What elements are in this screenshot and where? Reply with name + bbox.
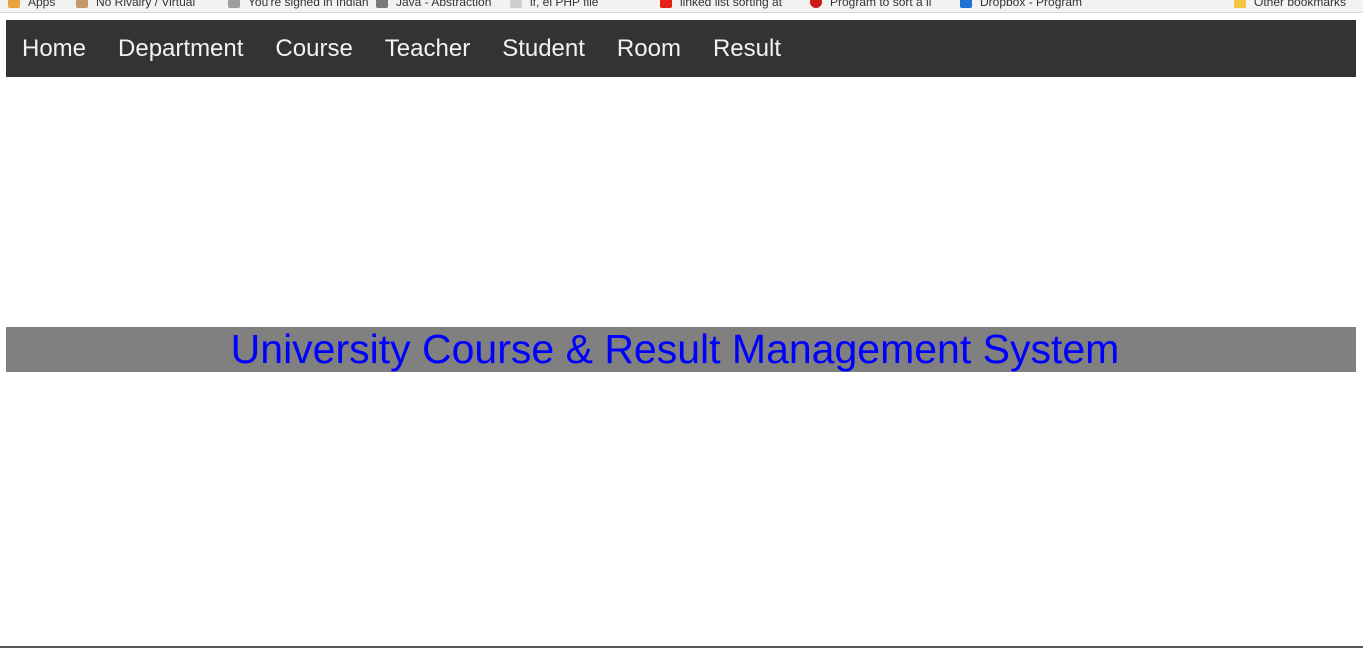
folder-icon xyxy=(1234,0,1246,8)
page-icon xyxy=(510,0,522,8)
apps-grid-icon xyxy=(8,0,20,8)
bookmark-label: linked list sorting at xyxy=(680,0,783,9)
bookmarks-bar: Apps No Rivalry / Virtual You're signed … xyxy=(0,0,1363,13)
bookmark-other[interactable]: Other bookmarks xyxy=(1234,0,1346,10)
nav-home-link[interactable]: Home xyxy=(6,20,102,77)
page-title: University Course & Result Management Sy… xyxy=(230,326,1120,372)
bookmark-label: if, ei PHP file xyxy=(530,0,599,9)
nav-result-link[interactable]: Result xyxy=(697,20,797,77)
bookmark-apps[interactable]: Apps xyxy=(8,0,55,10)
bookmark-site-icon xyxy=(76,0,88,8)
bookmark-item[interactable]: if, ei PHP file xyxy=(510,0,598,10)
bookmark-label: Dropbox - Program xyxy=(980,0,1083,9)
bookmark-item[interactable]: Program to sort a li xyxy=(810,0,931,10)
bookmark-label: Apps xyxy=(28,0,56,9)
title-banner: University Course & Result Management Sy… xyxy=(6,327,1356,372)
bookmark-label: Program to sort a li xyxy=(830,0,932,9)
bookmark-item[interactable]: No Rivalry / Virtual xyxy=(76,0,195,10)
bookmark-label: Java - Abstraction xyxy=(396,0,492,9)
bookmark-item[interactable]: Java - Abstraction xyxy=(376,0,491,10)
top-navigation: Home Department Course Teacher Student R… xyxy=(6,20,1356,77)
nav-room-link[interactable]: Room xyxy=(601,20,697,77)
tag-icon xyxy=(376,0,388,8)
bookmark-item[interactable]: linked list sorting at xyxy=(660,0,782,10)
document-icon xyxy=(228,0,240,8)
dropbox-icon xyxy=(960,0,972,8)
nav-teacher-link[interactable]: Teacher xyxy=(369,20,486,77)
bookmark-label: You're signed in Indian xyxy=(248,0,369,9)
opera-icon xyxy=(810,0,822,8)
nav-student-link[interactable]: Student xyxy=(486,20,601,77)
bookmark-label: No Rivalry / Virtual xyxy=(96,0,196,9)
youtube-icon xyxy=(660,0,672,8)
nav-department-link[interactable]: Department xyxy=(102,20,259,77)
bookmark-item[interactable]: Dropbox - Program xyxy=(960,0,1082,10)
bookmark-label: Other bookmarks xyxy=(1254,0,1347,9)
bookmark-item[interactable]: You're signed in Indian xyxy=(228,0,369,10)
nav-course-link[interactable]: Course xyxy=(259,20,368,77)
